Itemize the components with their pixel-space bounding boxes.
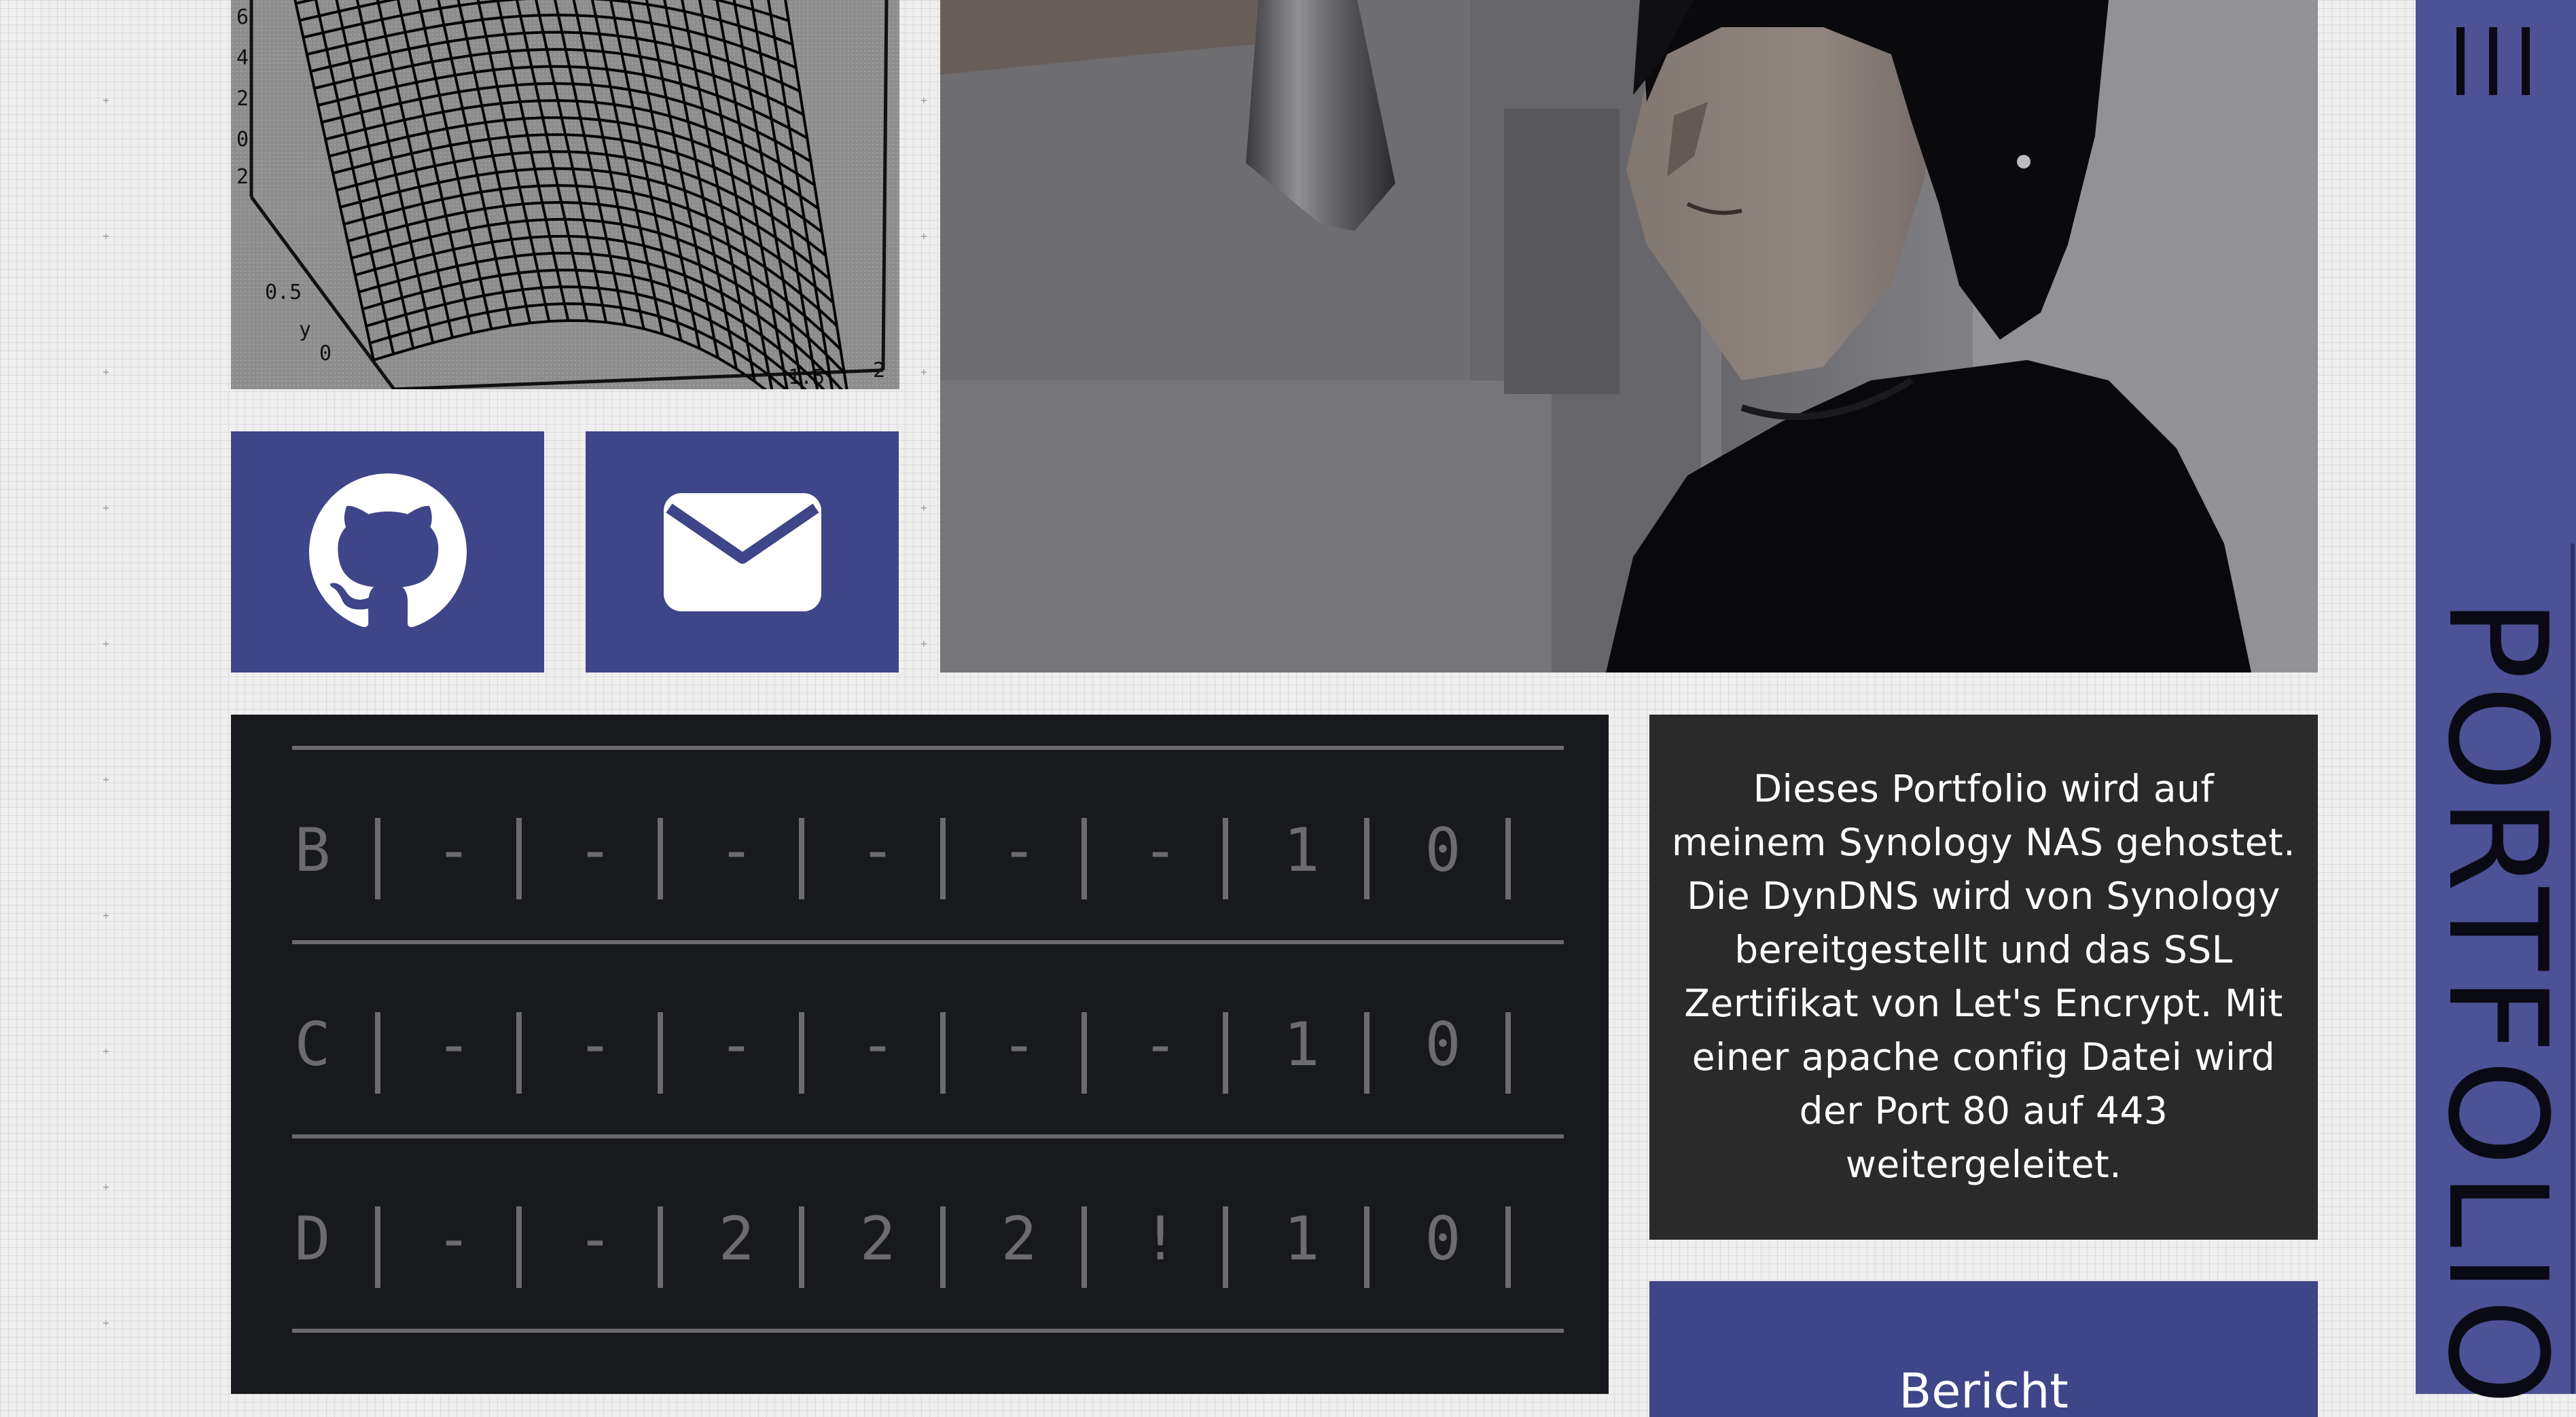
report-link-button[interactable]: Bericht xyxy=(1649,1281,2318,1417)
svg-text:4: 4 xyxy=(236,46,249,70)
svg-text:0.5: 0.5 xyxy=(265,281,302,304)
profile-photo xyxy=(940,0,2318,672)
terminal-row: B - - - - - - 1 0 xyxy=(292,810,1564,899)
terminal-separator xyxy=(940,1012,946,1094)
site-title: PORTFOLIO xyxy=(2418,598,2576,1411)
terminal-cell: 1 xyxy=(1283,1009,1320,1079)
terminal-separator xyxy=(658,1012,663,1094)
svg-text:0: 0 xyxy=(236,128,249,151)
terminal-separator xyxy=(516,818,522,899)
email-link-button[interactable] xyxy=(586,431,899,672)
terminal-separator xyxy=(799,1012,804,1094)
terminal-separator xyxy=(1081,1012,1087,1094)
terminal-divider xyxy=(292,746,1564,750)
github-link-button[interactable] xyxy=(231,431,544,672)
terminal-cell: 1 xyxy=(1283,815,1320,885)
page-scrollbar-thumb[interactable] xyxy=(2571,543,2575,1394)
terminal-separator xyxy=(1505,1206,1511,1288)
svg-text:6: 6 xyxy=(236,5,249,29)
terminal-cell: D xyxy=(294,1204,331,1274)
terminal-cell: - xyxy=(577,815,613,885)
terminal-separator xyxy=(1081,818,1087,899)
terminal-cell: - xyxy=(718,1009,755,1079)
terminal-cell: 2 xyxy=(1001,1204,1037,1274)
terminal-cell: ! xyxy=(1142,1204,1179,1274)
terminal-cell: - xyxy=(859,815,896,885)
terminal-cell: - xyxy=(718,815,755,885)
terminal-separator xyxy=(1223,1206,1228,1288)
terminal-cell: - xyxy=(1001,815,1037,885)
hamburger-menu-icon[interactable] xyxy=(2456,20,2531,102)
terminal-cell: - xyxy=(577,1204,613,1274)
terminal-separator xyxy=(1364,1206,1370,1288)
terminal-separator xyxy=(516,1012,522,1094)
terminal-cell: 0 xyxy=(1425,815,1461,885)
terminal-cell: 1 xyxy=(1283,1204,1320,1274)
svg-text:y: y xyxy=(299,318,311,342)
terminal-separator xyxy=(799,818,804,899)
hosting-info-text: Dieses Portfolio wird auf meinem Synolog… xyxy=(1649,715,2318,1240)
terminal-separator xyxy=(375,1012,380,1094)
terminal-cell: 2 xyxy=(718,1204,755,1274)
terminal-separator xyxy=(1223,818,1228,899)
terminal-cell: 0 xyxy=(1425,1204,1461,1274)
terminal-separator xyxy=(658,1206,663,1288)
svg-text:2: 2 xyxy=(236,165,249,189)
terminal-row: C - - - - - - 1 0 xyxy=(292,1004,1564,1094)
terminal-row-partial xyxy=(292,1387,1564,1394)
terminal-separator xyxy=(658,818,663,899)
terminal-separator xyxy=(1505,818,1511,899)
terminal-divider xyxy=(292,1329,1564,1333)
terminal-separator xyxy=(940,818,946,899)
github-icon xyxy=(308,473,467,627)
terminal-cell: 2 xyxy=(859,1204,896,1274)
terminal-row: D - - 2 2 2! 1 0 xyxy=(292,1198,1564,1288)
svg-text:0: 0 xyxy=(319,342,332,365)
report-title: Bericht xyxy=(1899,1363,2069,1417)
terminal-divider xyxy=(292,940,1564,944)
terminal-cell: - xyxy=(1001,1009,1037,1079)
envelope-icon xyxy=(663,492,821,611)
terminal-separator xyxy=(940,1206,946,1288)
terminal-divider xyxy=(292,1134,1564,1138)
terminal-cell: - xyxy=(1142,815,1179,885)
terminal-separator xyxy=(1223,1012,1228,1094)
terminal-cell: - xyxy=(577,1009,613,1079)
terminal-separator xyxy=(516,1206,522,1288)
terminal-separator xyxy=(1081,1206,1087,1288)
terminal-cell: - xyxy=(859,1009,896,1079)
terminal-cell: - xyxy=(435,815,472,885)
terminal-output-panel: B - - - - - - 1 0 C - - - - - - 1 0 D - - 2 2 2! 1 0 xyxy=(231,715,1609,1394)
surface-plot-image: 6 4 2 0 2 0.5 y 0 1.5 2 xyxy=(231,0,899,389)
terminal-separator xyxy=(1364,1012,1370,1094)
terminal-cell: B xyxy=(294,815,331,885)
terminal-separator xyxy=(799,1206,804,1288)
terminal-cell: - xyxy=(435,1009,472,1079)
terminal-separator xyxy=(375,1206,380,1288)
terminal-cell: - xyxy=(435,1204,472,1274)
svg-text:2: 2 xyxy=(236,87,249,111)
svg-text:2: 2 xyxy=(873,359,885,382)
terminal-cell: - xyxy=(1142,1009,1179,1079)
terminal-cell: 0 xyxy=(1425,1009,1461,1079)
terminal-cell: C xyxy=(294,1009,331,1079)
terminal-separator xyxy=(1364,818,1370,899)
terminal-separator xyxy=(1505,1012,1511,1094)
terminal-separator xyxy=(375,818,380,899)
